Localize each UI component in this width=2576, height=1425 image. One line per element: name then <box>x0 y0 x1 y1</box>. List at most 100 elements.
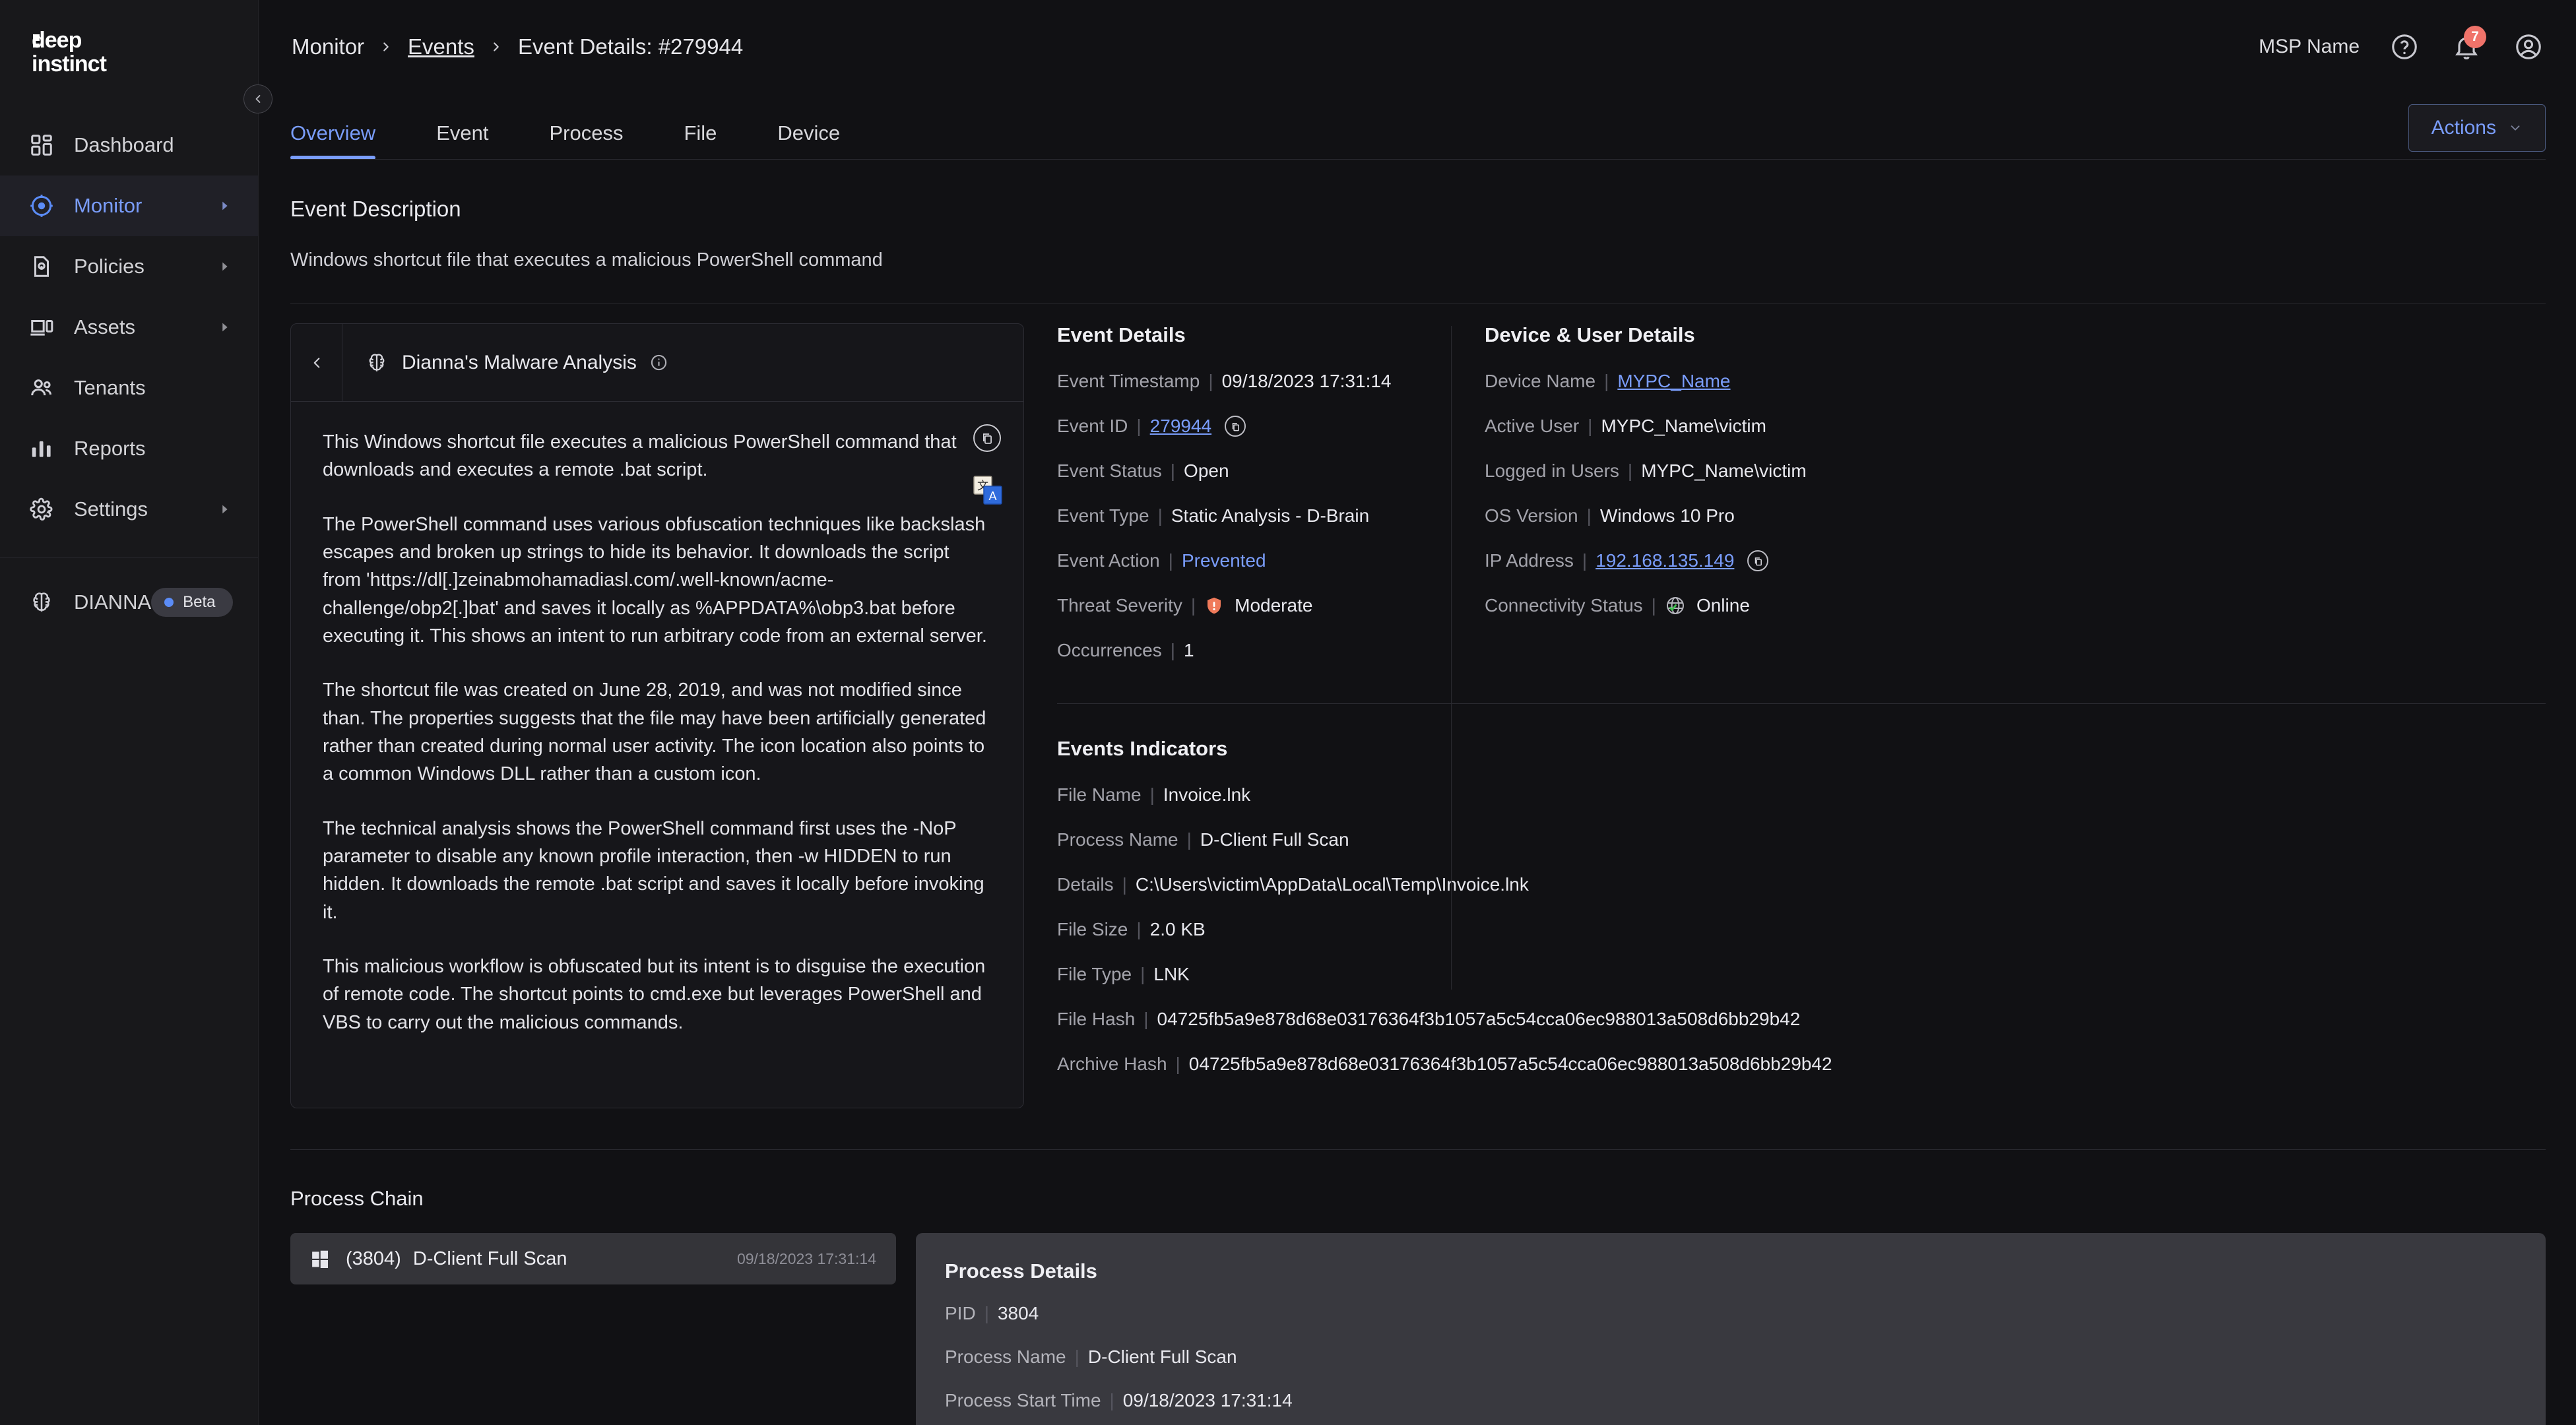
process-details-card: Process Details PID | 3804 Process Name … <box>916 1233 2546 1425</box>
row-key: Event ID <box>1057 416 1128 437</box>
row-value-link[interactable]: 279944 <box>1150 416 1211 437</box>
dianna-paragraph: The shortcut file was created on June 28… <box>323 676 988 788</box>
row-value: D-Client Full Scan <box>1088 1346 1237 1368</box>
row-separator: | <box>984 1303 989 1324</box>
process-chain-row: (3804) D-Client Full Scan 09/18/2023 17:… <box>290 1233 2546 1425</box>
chevron-right-icon <box>217 199 232 213</box>
tab-label: Event <box>436 121 488 144</box>
row-key: Event Timestamp <box>1057 371 1200 392</box>
row-value-link[interactable]: MYPC_Name <box>1617 371 1730 392</box>
event-status-row: Event Status | Open <box>1057 460 1452 482</box>
sidebar-item-label: Monitor <box>74 194 217 218</box>
event-type-row: Event Type | Static Analysis - D-Brain <box>1057 505 1452 526</box>
copy-analysis-button[interactable] <box>973 424 1001 452</box>
sidebar-item-settings[interactable]: Settings <box>0 479 258 540</box>
tab-event[interactable]: Event <box>406 121 519 160</box>
brand-logo[interactable]: deep instinct <box>0 0 258 92</box>
sidebar-collapse-button[interactable] <box>243 84 273 113</box>
row-separator: | <box>1604 371 1609 392</box>
os-version-row: OS Version | Windows 10 Pro <box>1485 505 1914 526</box>
row-value: Open <box>1184 460 1229 482</box>
occurrences-row: Occurrences | 1 <box>1057 640 1452 661</box>
tabs-underline <box>290 159 2546 160</box>
device-name-row: Device Name | MYPC_Name <box>1485 371 1914 392</box>
actions-button-label: Actions <box>2431 117 2496 139</box>
copy-ip-address-button[interactable] <box>1747 550 1768 571</box>
tab-process[interactable]: Process <box>519 121 653 160</box>
chevron-right-icon <box>217 259 232 274</box>
event-details-title: Event Details <box>1057 323 1452 347</box>
process-chain-node[interactable]: (3804) D-Client Full Scan 09/18/2023 17:… <box>290 1233 896 1284</box>
info-circle-icon[interactable] <box>650 354 668 371</box>
row-separator: | <box>1588 416 1592 437</box>
dianna-brain-icon <box>29 589 59 616</box>
row-separator: | <box>1582 550 1587 571</box>
row-value: 3804 <box>998 1303 1039 1324</box>
sidebar-item-monitor[interactable]: Monitor <box>0 175 258 236</box>
tab-overview[interactable]: Overview <box>290 121 406 160</box>
row-separator: | <box>1587 505 1592 526</box>
tab-device[interactable]: Device <box>747 121 870 160</box>
breadcrumb-separator <box>489 34 503 59</box>
event-id-row: Event ID | 279944 <box>1057 416 1452 437</box>
row-value: MYPC_Name\victim <box>1641 460 1806 482</box>
breadcrumb: Monitor Events Event Details: #279944 <box>292 34 743 59</box>
sidebar-item-reports[interactable]: Reports <box>0 418 258 479</box>
row-key: Active User <box>1485 416 1579 437</box>
row-separator: | <box>1208 371 1213 392</box>
tab-bar: Overview Event Process File Device Actio… <box>259 94 2576 160</box>
row-value: Prevented <box>1182 550 1266 571</box>
row-value: Static Analysis - D-Brain <box>1171 505 1369 526</box>
sidebar-item-policies[interactable]: Policies <box>0 236 258 297</box>
notifications-button[interactable]: 7 <box>2449 30 2484 64</box>
row-separator: | <box>1171 460 1175 482</box>
tab-label: Device <box>777 121 840 144</box>
sidebar-item-label: DIANNA <box>74 590 151 614</box>
dianna-back-button[interactable] <box>291 324 342 401</box>
chevron-left-icon <box>308 354 325 371</box>
translate-icon[interactable]: 文 A <box>973 476 1002 505</box>
breadcrumb-item-monitor[interactable]: Monitor <box>292 34 364 59</box>
row-key: Connectivity Status <box>1485 595 1643 616</box>
tab-label: File <box>684 121 717 144</box>
process-node-pid: (3804) <box>346 1248 401 1270</box>
row-separator: | <box>1158 505 1163 526</box>
row-value: Moderate <box>1235 595 1312 616</box>
process-name-row: Process Name | D-Client Full Scan <box>945 1346 2546 1368</box>
dashboard-icon <box>29 132 59 158</box>
threat-severity-row: Threat Severity | Moderate <box>1057 595 1452 616</box>
user-circle-icon[interactable] <box>2511 30 2546 64</box>
chevron-right-icon <box>217 320 232 334</box>
row-key: Process Start Time <box>945 1390 1101 1411</box>
chevron-down-icon <box>2508 121 2523 135</box>
sidebar-item-dianna[interactable]: DIANNA Beta <box>0 572 258 633</box>
copy-event-id-button[interactable] <box>1225 416 1246 437</box>
dianna-card-title-group: Dianna's Malware Analysis <box>342 351 668 375</box>
chevron-left-icon <box>251 92 265 106</box>
row-separator: | <box>1191 595 1196 616</box>
dianna-card-title: Dianna's Malware Analysis <box>402 352 637 374</box>
tab-file[interactable]: File <box>653 121 747 160</box>
row-separator: | <box>1628 460 1632 482</box>
row-value-link[interactable]: 192.168.135.149 <box>1595 550 1734 571</box>
tenants-users-icon <box>29 375 59 401</box>
sidebar-item-label: Dashboard <box>74 133 232 157</box>
copy-icon <box>1230 421 1241 432</box>
sidebar-item-tenants[interactable]: Tenants <box>0 358 258 418</box>
actions-button[interactable]: Actions <box>2408 104 2546 152</box>
shield-alert-icon <box>1204 596 1224 616</box>
event-timestamp-row: Event Timestamp | 09/18/2023 17:31:14 <box>1057 371 1452 392</box>
notification-count-badge: 7 <box>2464 26 2486 48</box>
sidebar-item-assets[interactable]: Assets <box>0 297 258 358</box>
msp-name-label: MSP Name <box>2259 36 2360 58</box>
process-node-timestamp: 09/18/2023 17:31:14 <box>737 1250 876 1268</box>
sidebar-item-dashboard[interactable]: Dashboard <box>0 115 258 175</box>
pid-row: PID | 3804 <box>945 1303 2546 1324</box>
main-content: Monitor Events Event Details: #279944 MS… <box>259 0 2576 1425</box>
row-key: Logged in Users <box>1485 460 1619 482</box>
sidebar-nav: Dashboard Monitor <box>0 115 258 633</box>
help-circle-icon[interactable] <box>2387 30 2422 64</box>
connectivity-group: Online <box>1665 595 1750 616</box>
breadcrumb-item-events[interactable]: Events <box>408 34 474 59</box>
beta-badge: Beta <box>151 588 232 617</box>
